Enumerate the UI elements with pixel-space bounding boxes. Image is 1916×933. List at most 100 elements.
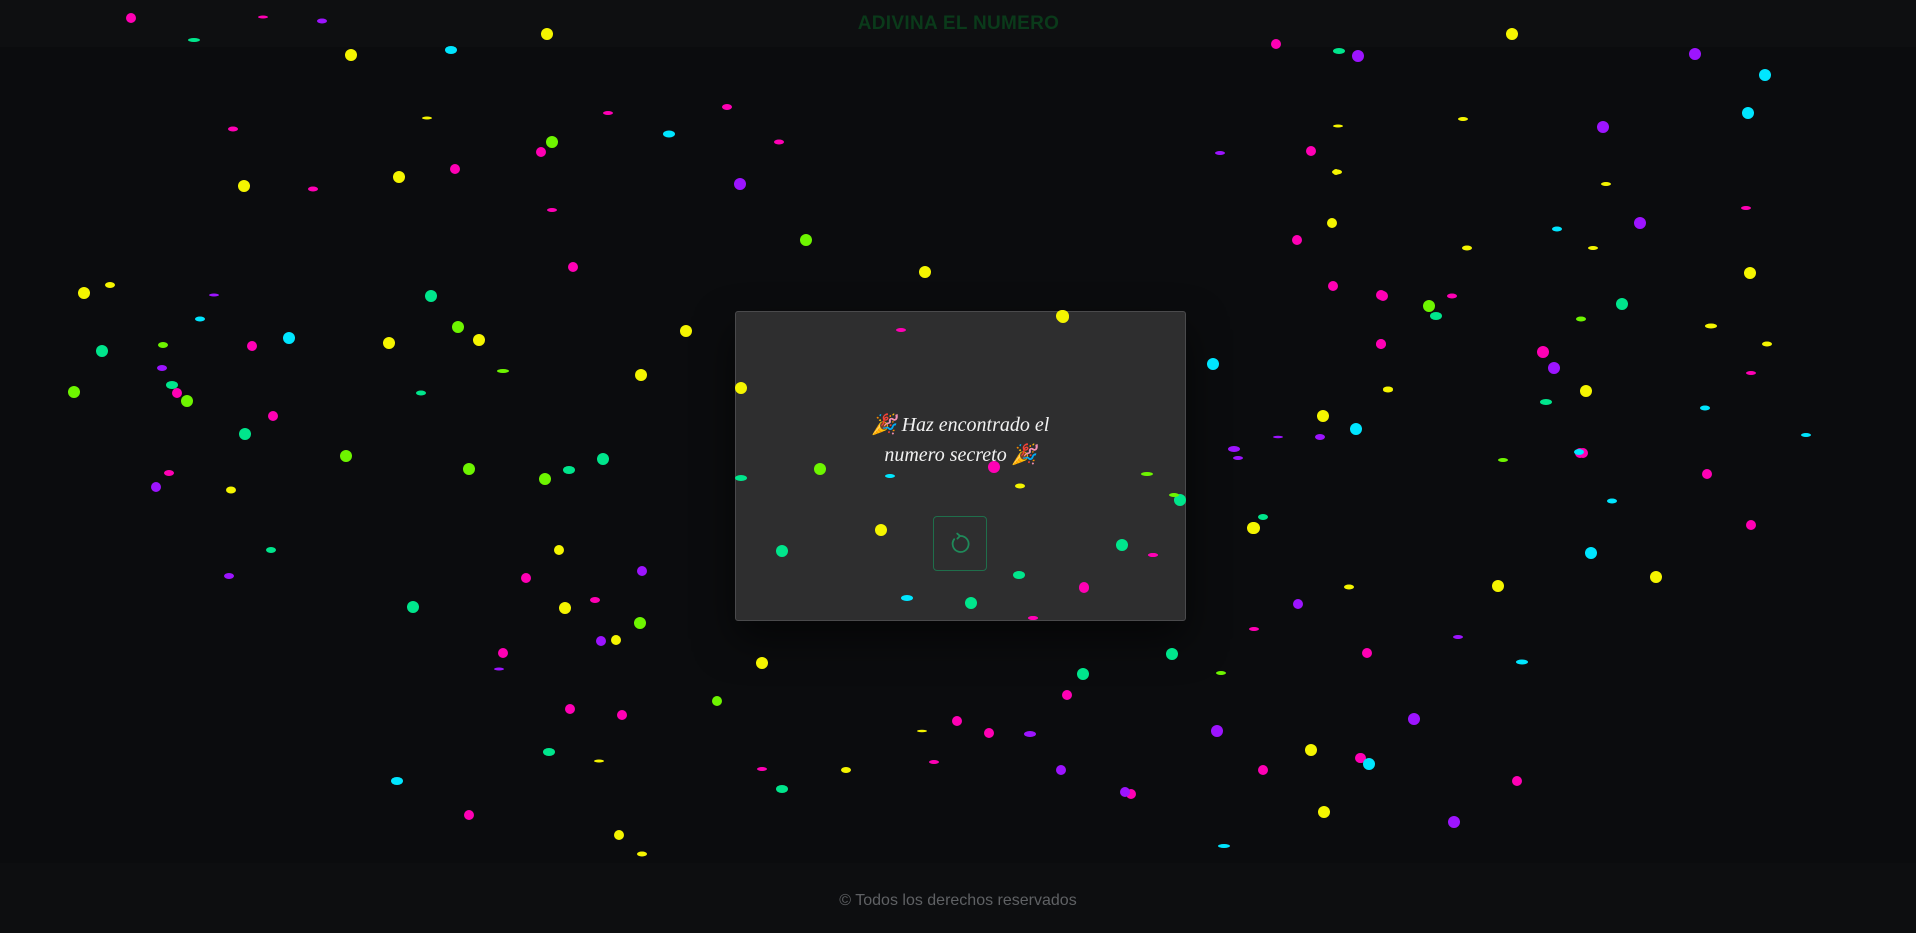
confetti-piece bbox=[1327, 218, 1337, 228]
confetti-piece bbox=[1315, 434, 1325, 440]
confetti-piece bbox=[1408, 713, 1420, 725]
confetti-piece bbox=[268, 411, 278, 421]
confetti-piece bbox=[1362, 648, 1372, 658]
confetti-piece bbox=[774, 139, 784, 145]
confetti-piece bbox=[96, 345, 108, 357]
confetti-piece bbox=[239, 428, 251, 440]
confetti-piece bbox=[497, 369, 509, 373]
confetti-piece bbox=[1597, 121, 1609, 133]
confetti-piece bbox=[1548, 362, 1560, 374]
confetti-piece bbox=[536, 147, 546, 157]
confetti-piece bbox=[345, 49, 357, 61]
confetti-piece bbox=[1650, 571, 1662, 583]
confetti-piece bbox=[596, 636, 606, 646]
confetti-piece bbox=[614, 830, 624, 840]
confetti-piece bbox=[554, 545, 564, 555]
confetti-piece bbox=[680, 325, 692, 337]
confetti-piece bbox=[1258, 514, 1268, 520]
confetti-piece bbox=[1383, 386, 1393, 392]
confetti-piece bbox=[1430, 312, 1442, 320]
confetti-piece bbox=[1207, 358, 1219, 370]
success-message-line-1: 🎉 Haz encontrado el bbox=[871, 414, 1050, 436]
confetti-piece bbox=[1746, 520, 1756, 530]
confetti-piece bbox=[1575, 448, 1585, 458]
confetti-piece bbox=[452, 321, 464, 333]
confetti-piece bbox=[1746, 371, 1756, 375]
confetti-piece bbox=[1447, 293, 1457, 299]
confetti-piece bbox=[1248, 526, 1258, 532]
confetti-piece bbox=[1453, 635, 1463, 639]
confetti-piece bbox=[1576, 316, 1586, 322]
confetti-piece bbox=[407, 601, 419, 613]
confetti-piece bbox=[1363, 758, 1375, 770]
confetti-piece bbox=[1318, 806, 1330, 818]
confetti-piece bbox=[1462, 245, 1472, 251]
confetti-piece bbox=[68, 386, 80, 398]
confetti-piece bbox=[1383, 387, 1393, 393]
confetti-piece bbox=[597, 453, 609, 465]
confetti-piece bbox=[712, 696, 722, 706]
confetti-piece bbox=[1376, 339, 1386, 349]
confetti-piece bbox=[634, 617, 646, 629]
confetti-piece bbox=[559, 602, 571, 614]
confetti-piece bbox=[1705, 323, 1717, 329]
confetti-piece bbox=[473, 334, 485, 346]
confetti-piece bbox=[158, 342, 168, 348]
confetti-piece bbox=[1305, 744, 1317, 756]
confetti-piece bbox=[445, 46, 457, 54]
confetti-piece bbox=[209, 293, 219, 297]
confetti-piece bbox=[1512, 776, 1522, 786]
confetti-piece bbox=[521, 573, 531, 583]
confetti-piece bbox=[1492, 580, 1504, 592]
confetti-piece bbox=[1249, 627, 1259, 631]
confetti-piece bbox=[1376, 339, 1386, 349]
confetti-piece bbox=[1328, 281, 1338, 291]
confetti-piece bbox=[172, 388, 182, 398]
confetti-piece bbox=[416, 390, 426, 396]
confetti-piece bbox=[1376, 290, 1386, 300]
confetti-piece bbox=[1344, 584, 1354, 590]
confetti-piece bbox=[1333, 48, 1345, 54]
confetti-piece bbox=[1062, 690, 1072, 700]
confetti-piece bbox=[565, 704, 575, 714]
confetti-piece bbox=[1077, 668, 1089, 680]
confetti-piece bbox=[594, 759, 604, 763]
confetti-piece bbox=[1248, 522, 1260, 534]
confetti-piece bbox=[393, 171, 405, 183]
confetti-piece bbox=[1585, 547, 1597, 559]
confetti-piece bbox=[151, 482, 161, 492]
confetti-piece bbox=[841, 767, 851, 773]
confetti-piece bbox=[157, 365, 167, 371]
restart-button[interactable] bbox=[933, 516, 987, 571]
confetti-piece bbox=[1333, 169, 1339, 175]
confetti-piece bbox=[635, 369, 647, 381]
confetti-piece bbox=[1759, 69, 1771, 81]
confetti-piece bbox=[1423, 300, 1435, 312]
confetti-piece bbox=[546, 136, 558, 148]
confetti-piece bbox=[611, 635, 621, 645]
confetti-piece bbox=[543, 748, 555, 756]
confetti-piece bbox=[494, 667, 504, 671]
confetti-piece bbox=[663, 130, 675, 138]
confetti-piece bbox=[164, 470, 174, 476]
confetti-piece bbox=[637, 566, 647, 576]
confetti-piece bbox=[603, 111, 613, 115]
confetti-piece bbox=[1801, 433, 1811, 437]
confetti-piece bbox=[1689, 48, 1701, 60]
confetti-piece bbox=[1317, 410, 1329, 422]
confetti-piece bbox=[166, 381, 178, 389]
confetti-piece bbox=[1350, 423, 1362, 435]
confetti-piece bbox=[1218, 844, 1230, 848]
confetti-piece bbox=[563, 466, 575, 474]
confetti-piece bbox=[228, 126, 238, 132]
confetti-piece bbox=[1211, 725, 1223, 737]
confetti-piece bbox=[283, 332, 295, 344]
confetti-piece bbox=[224, 573, 234, 579]
confetti-piece bbox=[1352, 50, 1364, 62]
confetti-piece bbox=[195, 316, 205, 322]
confetti-piece bbox=[1024, 731, 1036, 737]
confetti-piece bbox=[1607, 498, 1617, 504]
confetti-piece bbox=[450, 164, 460, 174]
confetti-piece bbox=[1616, 298, 1628, 310]
confetti-piece bbox=[226, 486, 236, 494]
